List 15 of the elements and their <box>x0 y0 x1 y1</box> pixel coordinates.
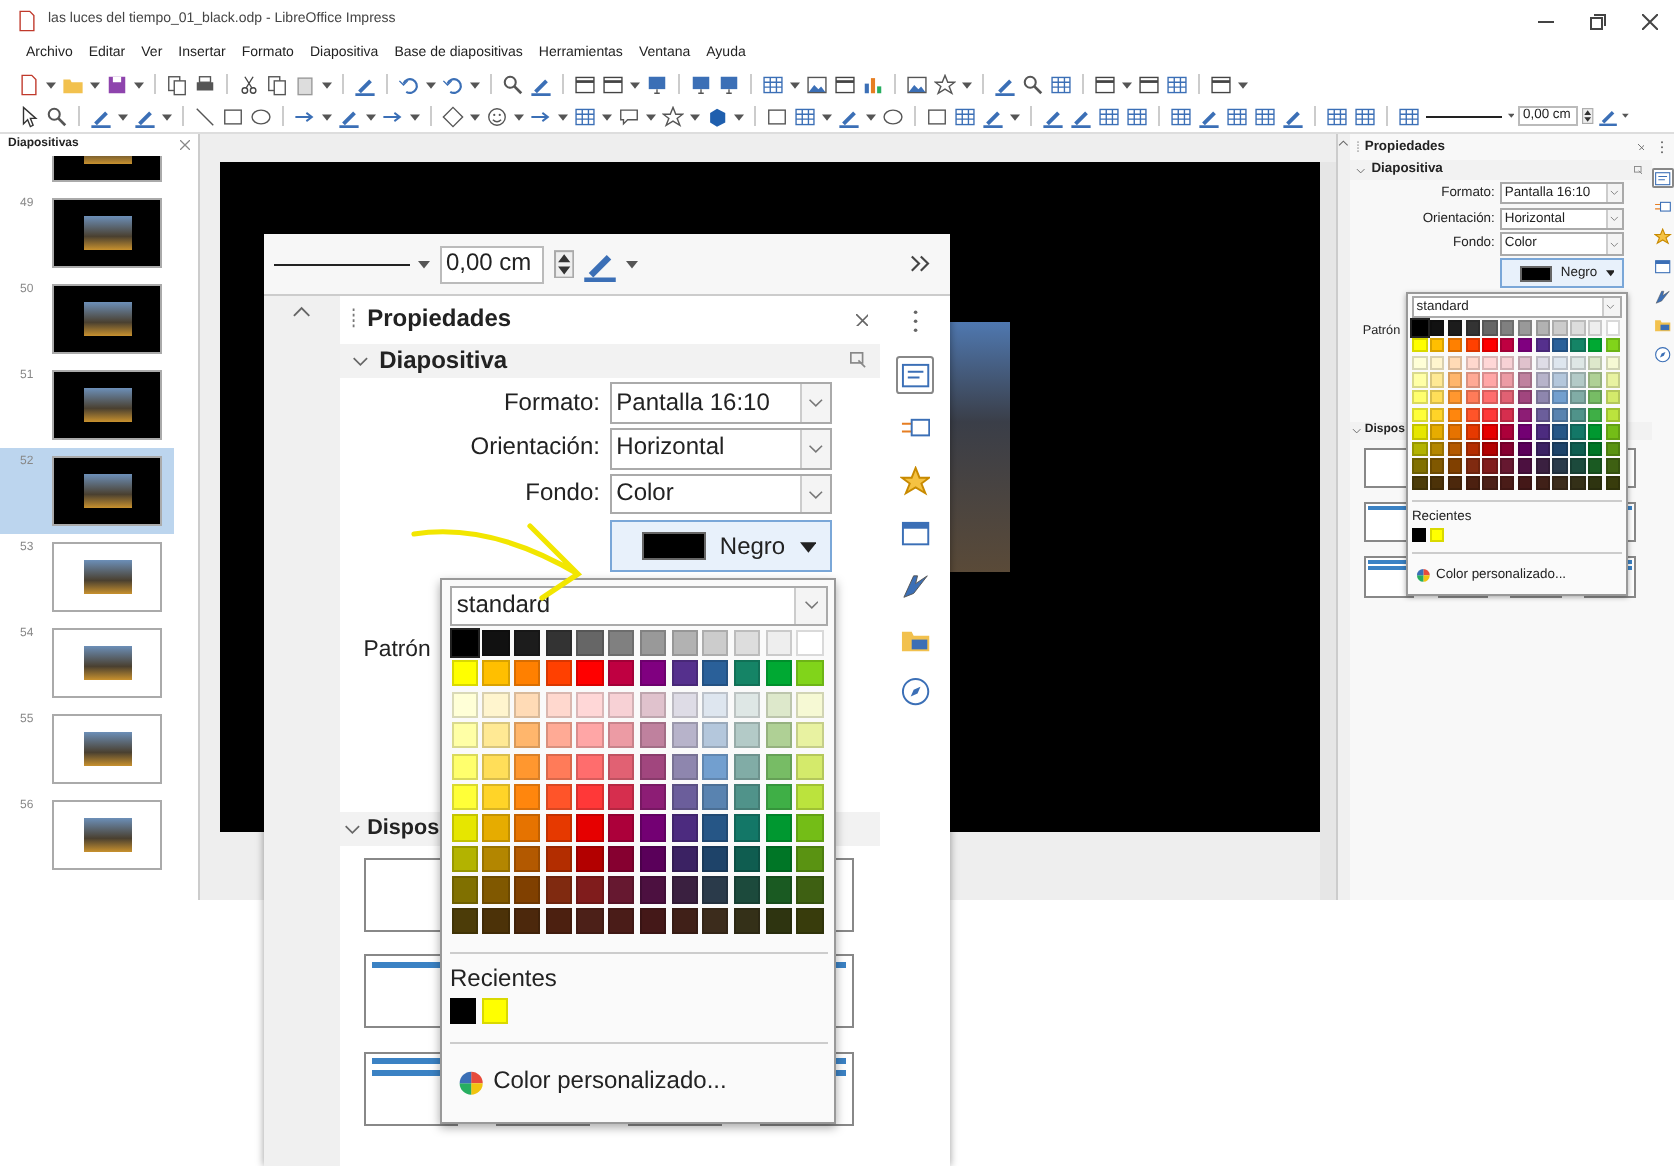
custom-color-button[interactable]: Color personalizado... <box>450 1068 727 1097</box>
field-label: Orientación: <box>468 434 600 463</box>
field-label: Fondo: <box>523 480 600 509</box>
palette-dropdown[interactable]: standard <box>450 585 828 626</box>
dropdown-field[interactable]: Pantalla 16:10 <box>609 382 833 424</box>
section-title[interactable]: Dispos <box>367 816 440 841</box>
dropdown-field[interactable]: Color <box>609 473 833 515</box>
section-title[interactable]: Diapositiva <box>379 347 508 375</box>
width-field[interactable]: 0,00 cm <box>439 245 545 284</box>
panel-title: Propiedades <box>367 305 512 334</box>
field-label: Patrón <box>363 637 431 664</box>
recent-colors-label: Recientes <box>450 966 559 994</box>
field-label: Formato: <box>501 389 600 417</box>
color-button[interactable]: Negro <box>609 519 833 573</box>
dropdown-field[interactable]: Horizontal <box>609 428 833 470</box>
